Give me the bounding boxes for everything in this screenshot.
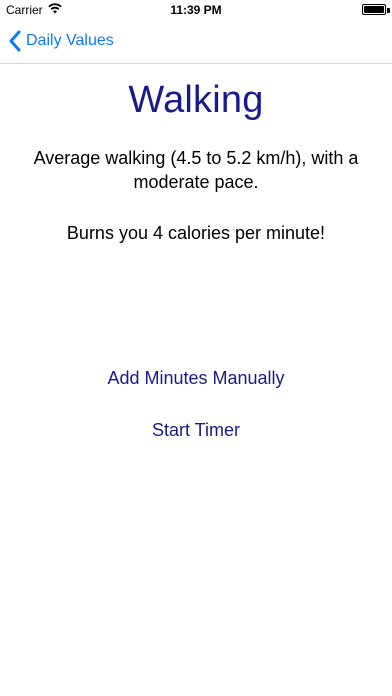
battery-icon [362,4,386,15]
navigation-bar: Daily Values [0,20,392,64]
start-timer-button[interactable]: Start Timer [0,420,392,441]
status-time: 11:39 PM [170,3,222,17]
chevron-left-icon [9,30,21,52]
activity-title: Walking [128,79,264,121]
status-bar: Carrier 11:39 PM [0,0,392,20]
battery-tip [387,8,390,13]
back-button-label: Daily Values [26,32,114,49]
calorie-burn-text: Burns you 4 calories per minute! [66,223,326,243]
activity-description: Average walking (4.5 to 5.2 km/h), with … [33,148,359,192]
back-button[interactable]: Daily Values [8,28,114,54]
battery-fill [364,6,384,13]
add-minutes-button[interactable]: Add Minutes Manually [0,368,392,389]
